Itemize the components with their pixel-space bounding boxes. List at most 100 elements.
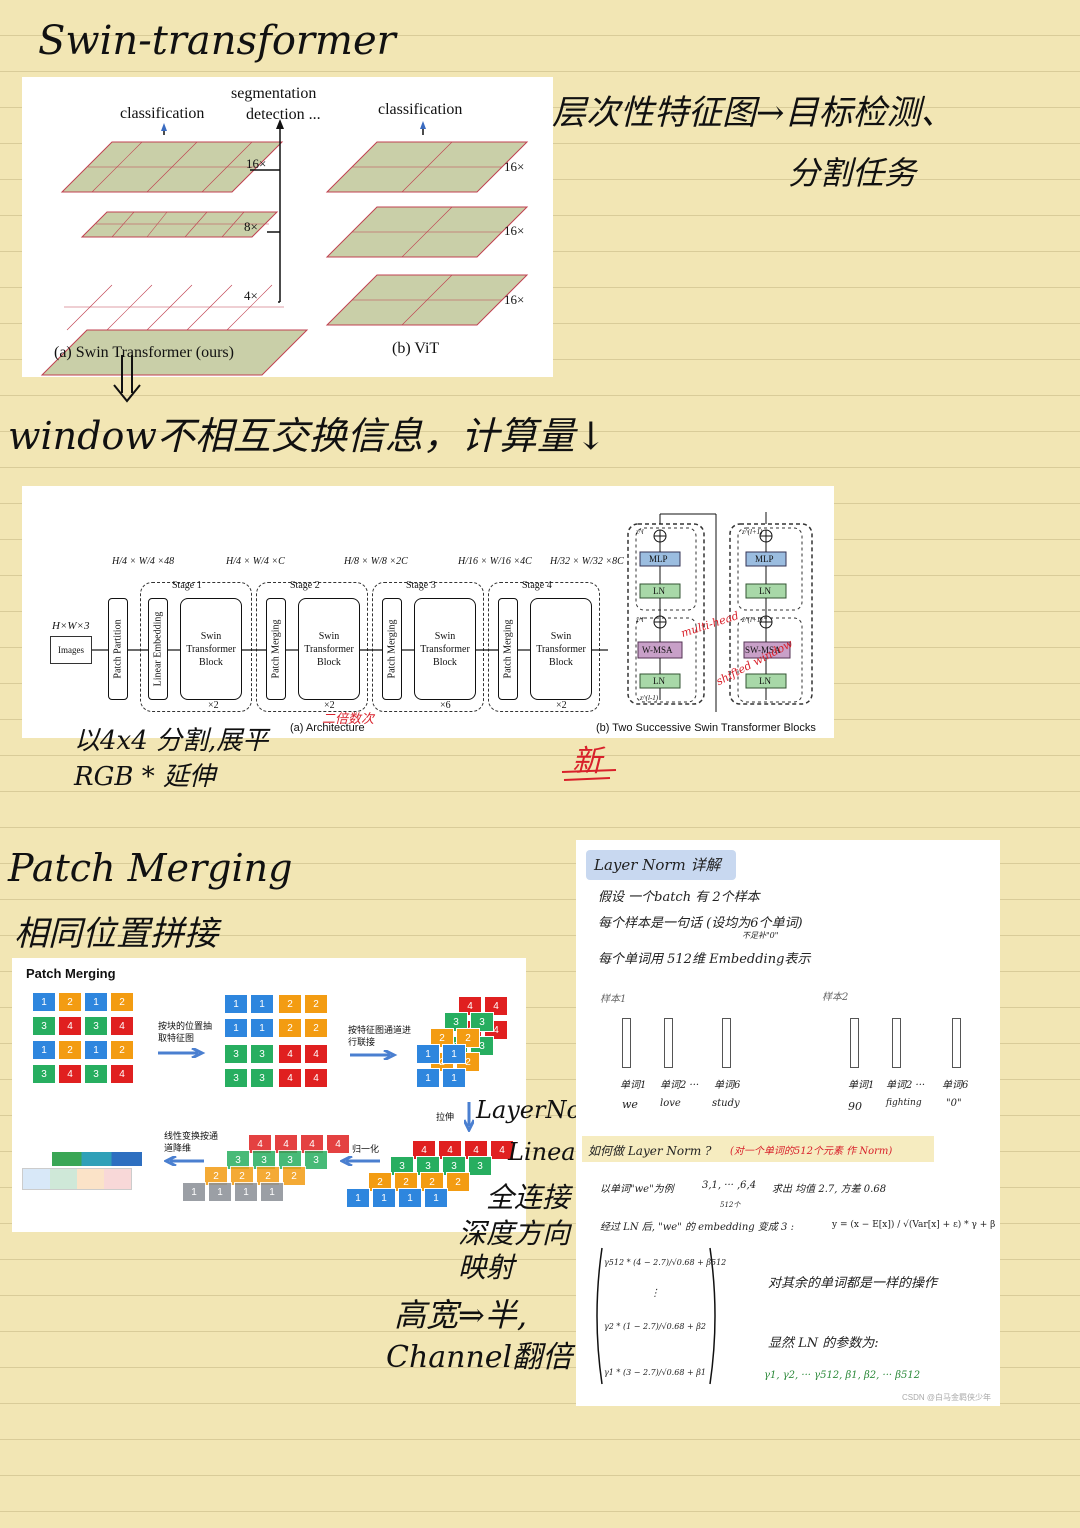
- classification-label-a: classification: [120, 105, 205, 122]
- patch-cell: 4: [110, 1016, 134, 1036]
- patch-cell: 2: [58, 992, 82, 1012]
- flat-cell: 2: [446, 1172, 470, 1192]
- patch-merging-figure-title: Patch Merging: [26, 966, 116, 981]
- flat-cell: 1: [424, 1188, 448, 1208]
- vector-s2-w2: [892, 1018, 901, 1068]
- s2-token-6: "0": [946, 1098, 962, 1109]
- flat-cell: 2: [282, 1166, 306, 1186]
- sample2-label: 样本2: [822, 992, 849, 1003]
- scale-8-a: 8×: [244, 219, 258, 234]
- linear-label: 线性变换按通道降维: [164, 1131, 219, 1153]
- z-hat-l-plus-label: ẑ^(l+1): [742, 616, 763, 624]
- figure-architecture: H×W×3 Images Patch Partition H/4 × W/4 ×…: [22, 486, 834, 738]
- vector-s1-w6: [722, 1018, 731, 1068]
- patch-cell: 3: [84, 1064, 108, 1084]
- ln-label-1: LN: [653, 586, 665, 596]
- split-cell: 1: [224, 994, 248, 1014]
- flat-cell: 1: [234, 1182, 258, 1202]
- ln-label-3: LN: [759, 586, 771, 596]
- scale-16-b3: 16×: [504, 292, 525, 307]
- stage-times-note: 二倍数次: [322, 712, 375, 727]
- mean-var-text: 求出 均值 2.7, 方差 0.68: [772, 1184, 887, 1195]
- patch-cell: 3: [84, 1016, 108, 1036]
- ln-label-4: LN: [759, 676, 771, 686]
- flat-cell: 3: [468, 1156, 492, 1176]
- flat-cell: 4: [326, 1134, 350, 1154]
- scale-16-a: 16×: [246, 156, 267, 171]
- s1-word-2: 单词2 ···: [660, 1080, 700, 1091]
- patch-cell: 1: [84, 1040, 108, 1060]
- example-text: 以单词"we"为例: [600, 1184, 674, 1195]
- step1-label: 按块的位置抽取特征图: [158, 1021, 213, 1043]
- partition-note-1: 以4x4 分割,展平: [74, 726, 269, 756]
- layer-norm-title: Layer Norm 详解: [594, 856, 721, 874]
- detection-label: detection ...: [246, 106, 321, 123]
- split-cell: 1: [442, 1044, 466, 1064]
- reduced-output: [22, 1152, 142, 1192]
- flat-cell: 1: [260, 1182, 284, 1202]
- figure-layer-norm: Layer Norm 详解 假设 一个batch 有 2个样本 每个样本是一句话…: [576, 840, 1000, 1406]
- z-l-plus-label: z^(l+1): [742, 528, 763, 536]
- example-dim: 512个: [720, 1201, 741, 1209]
- swin-title: Swin-transformer: [38, 18, 396, 64]
- stretch-label: 拉伸: [436, 1112, 455, 1122]
- split-grids: 1111222233334444: [224, 994, 328, 1090]
- split-cell: 2: [304, 1018, 328, 1038]
- patch-cell: 4: [58, 1016, 82, 1036]
- s2-token-1: 90: [848, 1100, 862, 1113]
- split-cell: 4: [278, 1044, 302, 1064]
- split-cell: 3: [250, 1044, 274, 1064]
- step1-arrow-icon: [158, 1048, 206, 1058]
- flat-cell: 1: [208, 1182, 232, 1202]
- split-cell: 3: [224, 1068, 248, 1088]
- patch-cell: 2: [110, 992, 134, 1012]
- architecture-arrows: [92, 512, 813, 712]
- matrix-row-2: γ2 * (1 − 2.7)/√0.68 + β2: [604, 1322, 706, 1331]
- after-ln-text: 经过 LN 后, "we" 的 embedding 变成 3 :: [600, 1222, 794, 1233]
- patch-cell: 3: [32, 1064, 56, 1084]
- patch-cell: 4: [110, 1064, 134, 1084]
- split-cell: 1: [442, 1068, 466, 1088]
- z-l-minus-label: z^(l-1): [640, 694, 659, 702]
- z-hat-l-label: ẑ^l: [636, 616, 644, 624]
- mlp-label-2: MLP: [755, 554, 774, 564]
- example-values: 3,1, ··· ,6,4: [702, 1180, 757, 1191]
- split-cell: 2: [304, 994, 328, 1014]
- flat-cell: 3: [304, 1150, 328, 1170]
- patch-cell: 1: [84, 992, 108, 1012]
- norm-arrow-icon: [340, 1156, 380, 1166]
- patch-cell: 1: [32, 1040, 56, 1060]
- vector-s1-w2: [664, 1018, 673, 1068]
- s1-token-1: we: [622, 1098, 638, 1111]
- split-cell: 1: [224, 1018, 248, 1038]
- params-list: γ1, γ2, ··· γ512, β1, β2, ··· β512: [764, 1370, 921, 1381]
- vector-s2-w6: [952, 1018, 961, 1068]
- patch-merging-sub: 相同位置拼接: [14, 914, 218, 954]
- s2-word-6: 单词6: [942, 1080, 969, 1091]
- down-double-arrow-icon: [113, 355, 141, 403]
- hierarchy-note-1: 层次性特征图→目标检测、: [552, 93, 955, 133]
- wmsa-label: W-MSA: [642, 645, 673, 655]
- s1-token-6: study: [712, 1098, 740, 1109]
- classification-label-b: classification: [378, 101, 463, 118]
- patch-cell: 2: [58, 1040, 82, 1060]
- fc-mark: 全连接: [486, 1181, 571, 1214]
- stretch-arrow-icon: [464, 1102, 474, 1132]
- question-red-text: (对一个单词的512个元素 作 Norm): [730, 1146, 893, 1157]
- partition-note-2: RGB * 延伸: [74, 762, 215, 792]
- split-cell: 1: [416, 1044, 440, 1064]
- matrix-brackets: [596, 1247, 716, 1385]
- figure-patch-merging: Patch Merging 1212343412123434 按块的位置抽取特征…: [12, 958, 526, 1232]
- window-note: window不相互交换信息，计算量↓: [8, 414, 607, 458]
- figure-hierarchy: classification segmentation detection ..…: [22, 77, 553, 377]
- flat-cell: 1: [182, 1182, 206, 1202]
- map-mark: 映射: [458, 1251, 515, 1284]
- split-cell: 1: [250, 994, 274, 1014]
- split-cell: 4: [278, 1068, 302, 1088]
- split-cell: 2: [278, 994, 302, 1014]
- same-op-text: 对其余的单词都是一样的操作: [768, 1276, 938, 1291]
- split-cell: 3: [250, 1068, 274, 1088]
- step2-arrow-icon: [350, 1050, 398, 1060]
- channel-mark: Channel翻倍: [386, 1340, 573, 1375]
- params-text: 显然 LN 的参数为:: [768, 1336, 879, 1351]
